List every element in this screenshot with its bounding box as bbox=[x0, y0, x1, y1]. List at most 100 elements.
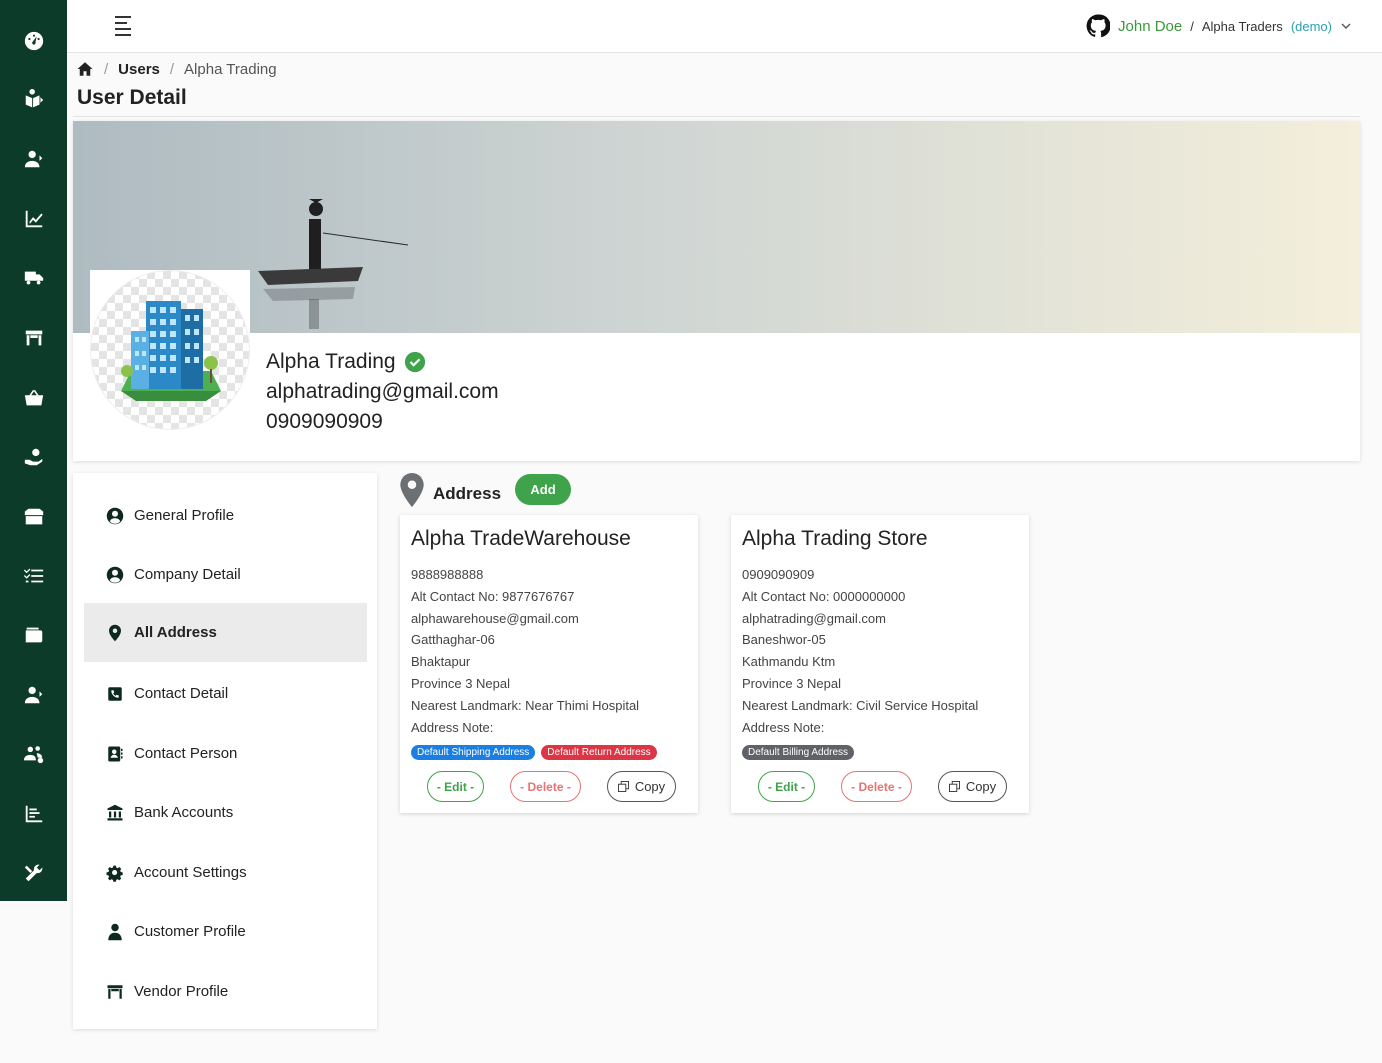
menu-general-profile[interactable]: General Profile bbox=[84, 486, 367, 545]
address-line2: Kathmandu Ktm bbox=[742, 654, 836, 670]
truck-icon[interactable] bbox=[0, 258, 67, 298]
building-icon bbox=[121, 301, 221, 401]
address-name: Alpha Trading Store bbox=[742, 527, 928, 550]
user-circle-icon bbox=[106, 566, 124, 583]
hand-money-icon[interactable] bbox=[0, 437, 67, 477]
menu-label: Contact Detail bbox=[134, 685, 229, 702]
delete-address-button[interactable]: - Delete - bbox=[841, 771, 912, 802]
profile-card: Alpha Trading alphatrading@gmail.com 090… bbox=[73, 121, 1360, 461]
address-line1: Baneshwor-05 bbox=[742, 632, 826, 648]
address-province: Province 3 Nepal bbox=[742, 675, 841, 691]
address-alt-contact: Alt Contact No: 0000000000 bbox=[742, 588, 906, 604]
cover-image bbox=[73, 121, 1360, 333]
book-icon[interactable] bbox=[0, 80, 67, 120]
menu-bank-accounts[interactable]: Bank Accounts bbox=[84, 783, 367, 842]
badge-default-billing: Default Billing Address bbox=[742, 745, 855, 761]
avatar[interactable] bbox=[90, 270, 250, 430]
address-phone: 0909090909 bbox=[742, 567, 815, 582]
profile-name: Alpha Trading bbox=[266, 350, 396, 373]
address-note: Address Note: bbox=[411, 719, 494, 735]
map-pin-icon bbox=[400, 473, 424, 507]
breadcrumb-separator: / bbox=[104, 60, 109, 78]
title-divider bbox=[73, 116, 1360, 117]
menu-contact-person[interactable]: Contact Person bbox=[84, 724, 367, 783]
address-email: alphatrading@gmail.com bbox=[742, 610, 886, 626]
address-card: Alpha TradeWarehouse 9888988888 Alt Cont… bbox=[400, 515, 698, 813]
breadcrumb-separator: / bbox=[169, 60, 175, 78]
badge-default-shipping: Default Shipping Address bbox=[411, 745, 536, 761]
breadcrumb-current: Alpha Trading bbox=[184, 60, 277, 78]
user-menu[interactable]: John Doe / Alpha Traders (demo) bbox=[1086, 14, 1352, 38]
dashboard-icon[interactable] bbox=[0, 21, 67, 61]
menu-contact-detail[interactable]: Contact Detail bbox=[84, 664, 367, 723]
delete-address-button[interactable]: - Delete - bbox=[510, 771, 581, 802]
box-icon[interactable] bbox=[0, 497, 67, 537]
user-icon bbox=[108, 923, 122, 940]
address-badges: Default Shipping Address Default Return … bbox=[411, 745, 687, 761]
user-tie-icon[interactable] bbox=[0, 675, 67, 715]
menu-label: Account Settings bbox=[134, 864, 247, 881]
address-line2: Bhaktapur bbox=[411, 654, 471, 670]
menu-label: Vendor Profile bbox=[134, 983, 229, 1000]
github-icon bbox=[1086, 14, 1111, 38]
menu-label: Bank Accounts bbox=[134, 804, 234, 821]
address-province: Province 3 Nepal bbox=[411, 675, 510, 691]
breadcrumb: / Users / Alpha Trading bbox=[76, 60, 277, 78]
address-email: alphawarehouse@gmail.com bbox=[411, 610, 579, 626]
tools-icon[interactable] bbox=[0, 853, 67, 893]
copy-address-button[interactable]: Copy bbox=[938, 771, 1007, 802]
bar-list-icon[interactable] bbox=[0, 794, 67, 834]
user-name: John Doe bbox=[1118, 17, 1183, 35]
copy-label: Copy bbox=[634, 779, 666, 794]
menu-label: All Address bbox=[134, 624, 217, 641]
address-phone: 9888988888 bbox=[411, 567, 484, 582]
profile-side-menu: General Profile Company Detail All Addre… bbox=[73, 473, 377, 1029]
menu-label: Company Detail bbox=[134, 566, 241, 583]
company-name: Alpha Traders bbox=[1201, 18, 1283, 34]
user-separator: / bbox=[1190, 18, 1194, 34]
address-card: Alpha Trading Store 0909090909 Alt Conta… bbox=[731, 515, 1029, 813]
menu-account-settings[interactable]: Account Settings bbox=[84, 843, 367, 902]
icon-rail bbox=[0, 0, 67, 901]
address-line1: Gatthaghar-06 bbox=[411, 632, 495, 648]
copy-address-button[interactable]: Copy bbox=[607, 771, 676, 802]
users-gear-icon[interactable] bbox=[0, 734, 67, 774]
demo-label: (demo) bbox=[1290, 18, 1332, 34]
menu-company-detail[interactable]: Company Detail bbox=[84, 545, 367, 604]
menu-all-address[interactable]: All Address bbox=[84, 603, 367, 662]
menu-label: Contact Person bbox=[134, 745, 238, 762]
menu-label: General Profile bbox=[134, 507, 235, 524]
chart-line-icon[interactable] bbox=[0, 199, 67, 239]
profile-email: alphatrading@gmail.com bbox=[266, 380, 499, 403]
breadcrumb-users[interactable]: Users bbox=[118, 61, 160, 78]
address-alt-contact: Alt Contact No: 9877676767 bbox=[411, 588, 575, 604]
phone-square-icon bbox=[108, 686, 122, 701]
basket-icon[interactable] bbox=[0, 378, 67, 418]
address-note: Address Note: bbox=[742, 719, 825, 735]
add-address-button[interactable]: Add bbox=[515, 474, 571, 505]
verified-check-icon bbox=[404, 351, 425, 373]
menu-customer-profile[interactable]: Customer Profile bbox=[84, 902, 367, 961]
copy-icon bbox=[948, 781, 960, 792]
menu-toggle-icon[interactable] bbox=[115, 16, 137, 36]
edit-address-button[interactable]: - Edit - bbox=[758, 771, 815, 802]
store-icon[interactable] bbox=[0, 318, 67, 358]
wallet-icon[interactable] bbox=[0, 615, 67, 655]
home-icon[interactable] bbox=[76, 60, 94, 78]
copy-icon bbox=[617, 781, 629, 792]
menu-label: Customer Profile bbox=[134, 923, 246, 940]
address-landmark: Nearest Landmark: Civil Service Hospital bbox=[742, 697, 979, 713]
badge-default-return: Default Return Address bbox=[541, 745, 657, 761]
page-title: User Detail bbox=[77, 86, 187, 109]
bank-icon bbox=[107, 804, 123, 820]
menu-vendor-profile[interactable]: Vendor Profile bbox=[84, 962, 367, 1021]
address-actions: - Edit - - Delete - Copy bbox=[427, 771, 677, 803]
address-title: Address bbox=[433, 484, 502, 503]
user-arrow-icon[interactable] bbox=[0, 139, 67, 179]
profile-name-row: Alpha Trading bbox=[266, 350, 426, 374]
edit-address-button[interactable]: - Edit - bbox=[427, 771, 484, 802]
top-bar: John Doe / Alpha Traders (demo) bbox=[67, 0, 1382, 53]
avatar-frame bbox=[90, 270, 250, 430]
checklist-icon[interactable] bbox=[0, 556, 67, 596]
address-landmark: Nearest Landmark: Near Thimi Hospital bbox=[411, 697, 640, 713]
